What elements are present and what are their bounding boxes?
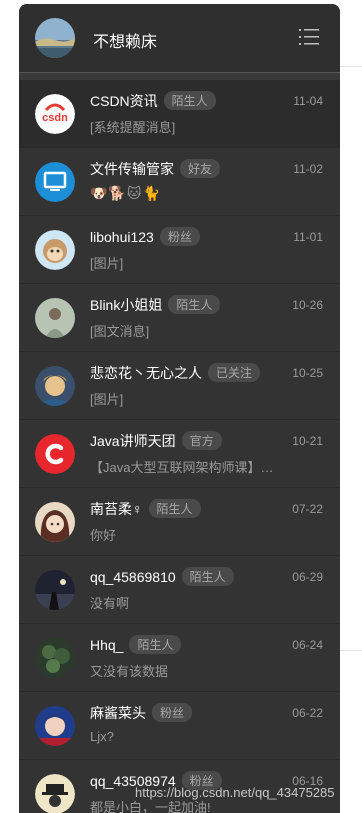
- conversation-item[interactable]: Hhq_ 陌生人 06-24 又没有该数据: [19, 624, 340, 692]
- conversation-preview: 没有啊: [90, 596, 130, 611]
- relation-badge: 已关注: [208, 363, 261, 382]
- conversation-name: 悲恋花丶无心之人 已关注: [90, 363, 261, 383]
- anime-girl-avatar-icon: [35, 502, 75, 542]
- relation-badge: 陌生人: [129, 635, 182, 654]
- hat-man-avatar-icon: [35, 774, 75, 813]
- conversation-name: Blink小姐姐 陌生人: [90, 295, 221, 315]
- conversation-time: 10-21: [292, 434, 323, 448]
- relation-badge: 陌生人: [148, 499, 201, 518]
- conversation-item[interactable]: Blink小姐姐 陌生人 10-26 [图文消息]: [19, 284, 340, 352]
- conversation-preview: [图片]: [90, 256, 124, 271]
- anime-avatar-icon: [35, 366, 75, 406]
- conversation-item[interactable]: 南苔柔♀ 陌生人 07-22 你好: [19, 488, 340, 556]
- monitor-icon: [35, 162, 75, 202]
- person-photo-icon: [35, 298, 75, 338]
- conversation-name: 文件传输管家 好友: [90, 159, 221, 179]
- conversation-name: 麻酱菜头 粉丝: [90, 703, 193, 723]
- conversation-item[interactable]: 悲恋花丶无心之人 已关注 10-25 [图片]: [19, 352, 340, 420]
- conversation-time: 06-29: [292, 570, 323, 584]
- chat-header: 不想赖床: [19, 4, 340, 72]
- relation-badge: 粉丝: [152, 703, 193, 722]
- conversation-item[interactable]: 文件传输管家 好友 11-02 🐶🐕🐱🐈: [19, 148, 340, 216]
- background-divider: [340, 650, 362, 651]
- conversation-name: qq_45869810 陌生人: [90, 567, 234, 586]
- conversation-time: 07-22: [292, 502, 323, 516]
- conversation-preview: 【Java大型互联网架构师课】…: [90, 460, 274, 475]
- csdn-logo-icon: csdn: [35, 94, 75, 134]
- night-photo-icon: [35, 570, 75, 610]
- list-menu-icon[interactable]: [298, 28, 320, 46]
- conversation-time: 06-22: [292, 706, 323, 720]
- conversation-item[interactable]: 麻酱菜头 粉丝 06-22 Ljx?: [19, 692, 340, 760]
- conversation-name: Java讲师天团 官方: [90, 431, 222, 451]
- monkey-avatar-icon: [35, 230, 75, 270]
- conversation-time: 11-02: [293, 162, 323, 176]
- header-title: 不想赖床: [93, 34, 158, 51]
- conversation-item[interactable]: Java讲师天团 官方 10-21 【Java大型互联网架构师课】…: [19, 420, 340, 488]
- conversation-preview: 🐶🐕🐱🐈: [90, 185, 161, 201]
- conversation-item[interactable]: libohui123 粉丝 11-01 [图片]: [19, 216, 340, 284]
- conversation-item[interactable]: csdn CSDN资讯 陌生人 11-04 [系统提醒消息]: [19, 80, 340, 148]
- watermark-text: https://blog.csdn.net/qq_43475285: [135, 785, 335, 800]
- conversation-item[interactable]: qq_45869810 陌生人 06-29 没有啊: [19, 556, 340, 624]
- conversation-name: libohui123 粉丝: [90, 227, 200, 246]
- conversation-preview: Ljx?: [90, 729, 114, 744]
- conversation-preview: 你好: [90, 528, 117, 543]
- page-background-right: [340, 0, 362, 813]
- conversation-name: CSDN资讯 陌生人: [90, 91, 216, 111]
- conversation-preview: [系统提醒消息]: [90, 120, 176, 135]
- conversation-preview: [图文消息]: [90, 324, 150, 339]
- relation-badge: 好友: [180, 159, 221, 178]
- conversation-time: 10-26: [292, 298, 323, 312]
- conversation-list: csdn CSDN资讯 陌生人 11-04 [系统提醒消息] 文件传输管家 好友 1…: [19, 80, 340, 813]
- relation-badge: 陌生人: [163, 91, 216, 110]
- svg-text:csdn: csdn: [42, 112, 68, 124]
- relation-badge: 陌生人: [168, 295, 221, 314]
- conversation-time: 11-04: [293, 94, 323, 108]
- blue-anime-avatar-icon: [35, 706, 75, 746]
- relation-badge: 粉丝: [159, 227, 200, 246]
- user-avatar[interactable]: [35, 18, 75, 58]
- conversation-time: 10-25: [292, 366, 323, 380]
- red-c-logo-icon: [35, 434, 75, 474]
- conversation-name: 南苔柔♀ 陌生人: [90, 499, 201, 519]
- conversation-preview: 又没有该数据: [90, 664, 169, 679]
- header-divider: [19, 72, 340, 80]
- chat-panel: 不想赖床 csdn CSDN资讯 陌生人 11-04 [系统提醒消息] 文件传输…: [19, 4, 340, 813]
- conversation-name: Hhq_ 陌生人: [90, 635, 182, 654]
- relation-badge: 官方: [181, 431, 222, 450]
- plant-photo-icon: [35, 638, 75, 678]
- conversation-time: 11-01: [293, 230, 323, 244]
- relation-badge: 陌生人: [181, 567, 234, 586]
- conversation-preview: [图片]: [90, 392, 124, 407]
- background-divider: [340, 66, 362, 67]
- conversation-time: 06-24: [292, 638, 323, 652]
